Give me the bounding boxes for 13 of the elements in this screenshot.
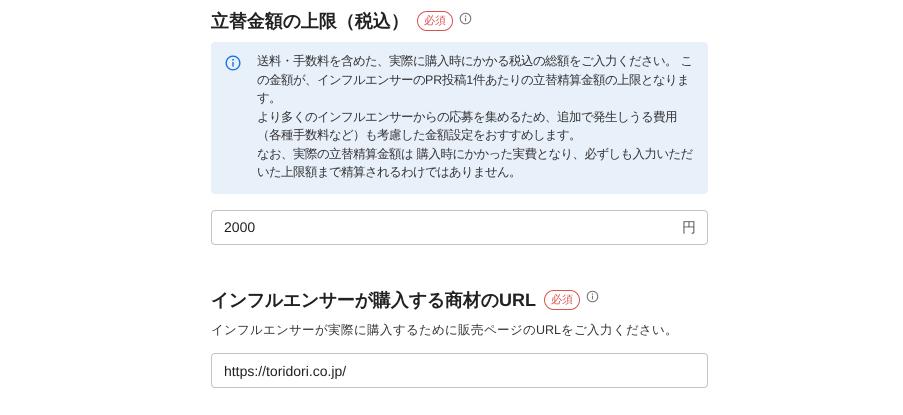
notice-text: 送料・手数料を含めた、実際に購入時にかかる税込の総額をご入力ください。 この金額が、インフルエンサーのPR投稿1件あたりの立替精算金額の上限となります。	[257, 53, 694, 107]
field-description: インフルエンサーが実際に購入するために販売ページのURLをご入力ください。	[211, 322, 680, 338]
text-field[interactable]: https://toridori.co.jp/	[211, 353, 708, 388]
info-icon	[225, 55, 241, 71]
notice-text: より多くのインフルエンサーからの応募を集めるため、追加で発生しうる費用（各種手数料など）も考慮した金額設定をおすすめします。	[257, 108, 678, 144]
section-title: 立替金額の上限（税込）	[211, 10, 409, 33]
required-tag: 必須	[544, 290, 580, 310]
info-icon[interactable]	[586, 290, 599, 303]
info-icon[interactable]	[459, 12, 472, 24]
section-title: インフルエンサーが購入する商材のURL	[211, 288, 536, 312]
notice-text: なお、実際の立替精算金額は 購入時にかかった実費となり、必ずしも入力いただいた上限額まで精算されるわけではありません。	[257, 146, 694, 181]
unit-label: 円	[682, 218, 696, 236]
required-tag: 必須	[417, 11, 453, 31]
